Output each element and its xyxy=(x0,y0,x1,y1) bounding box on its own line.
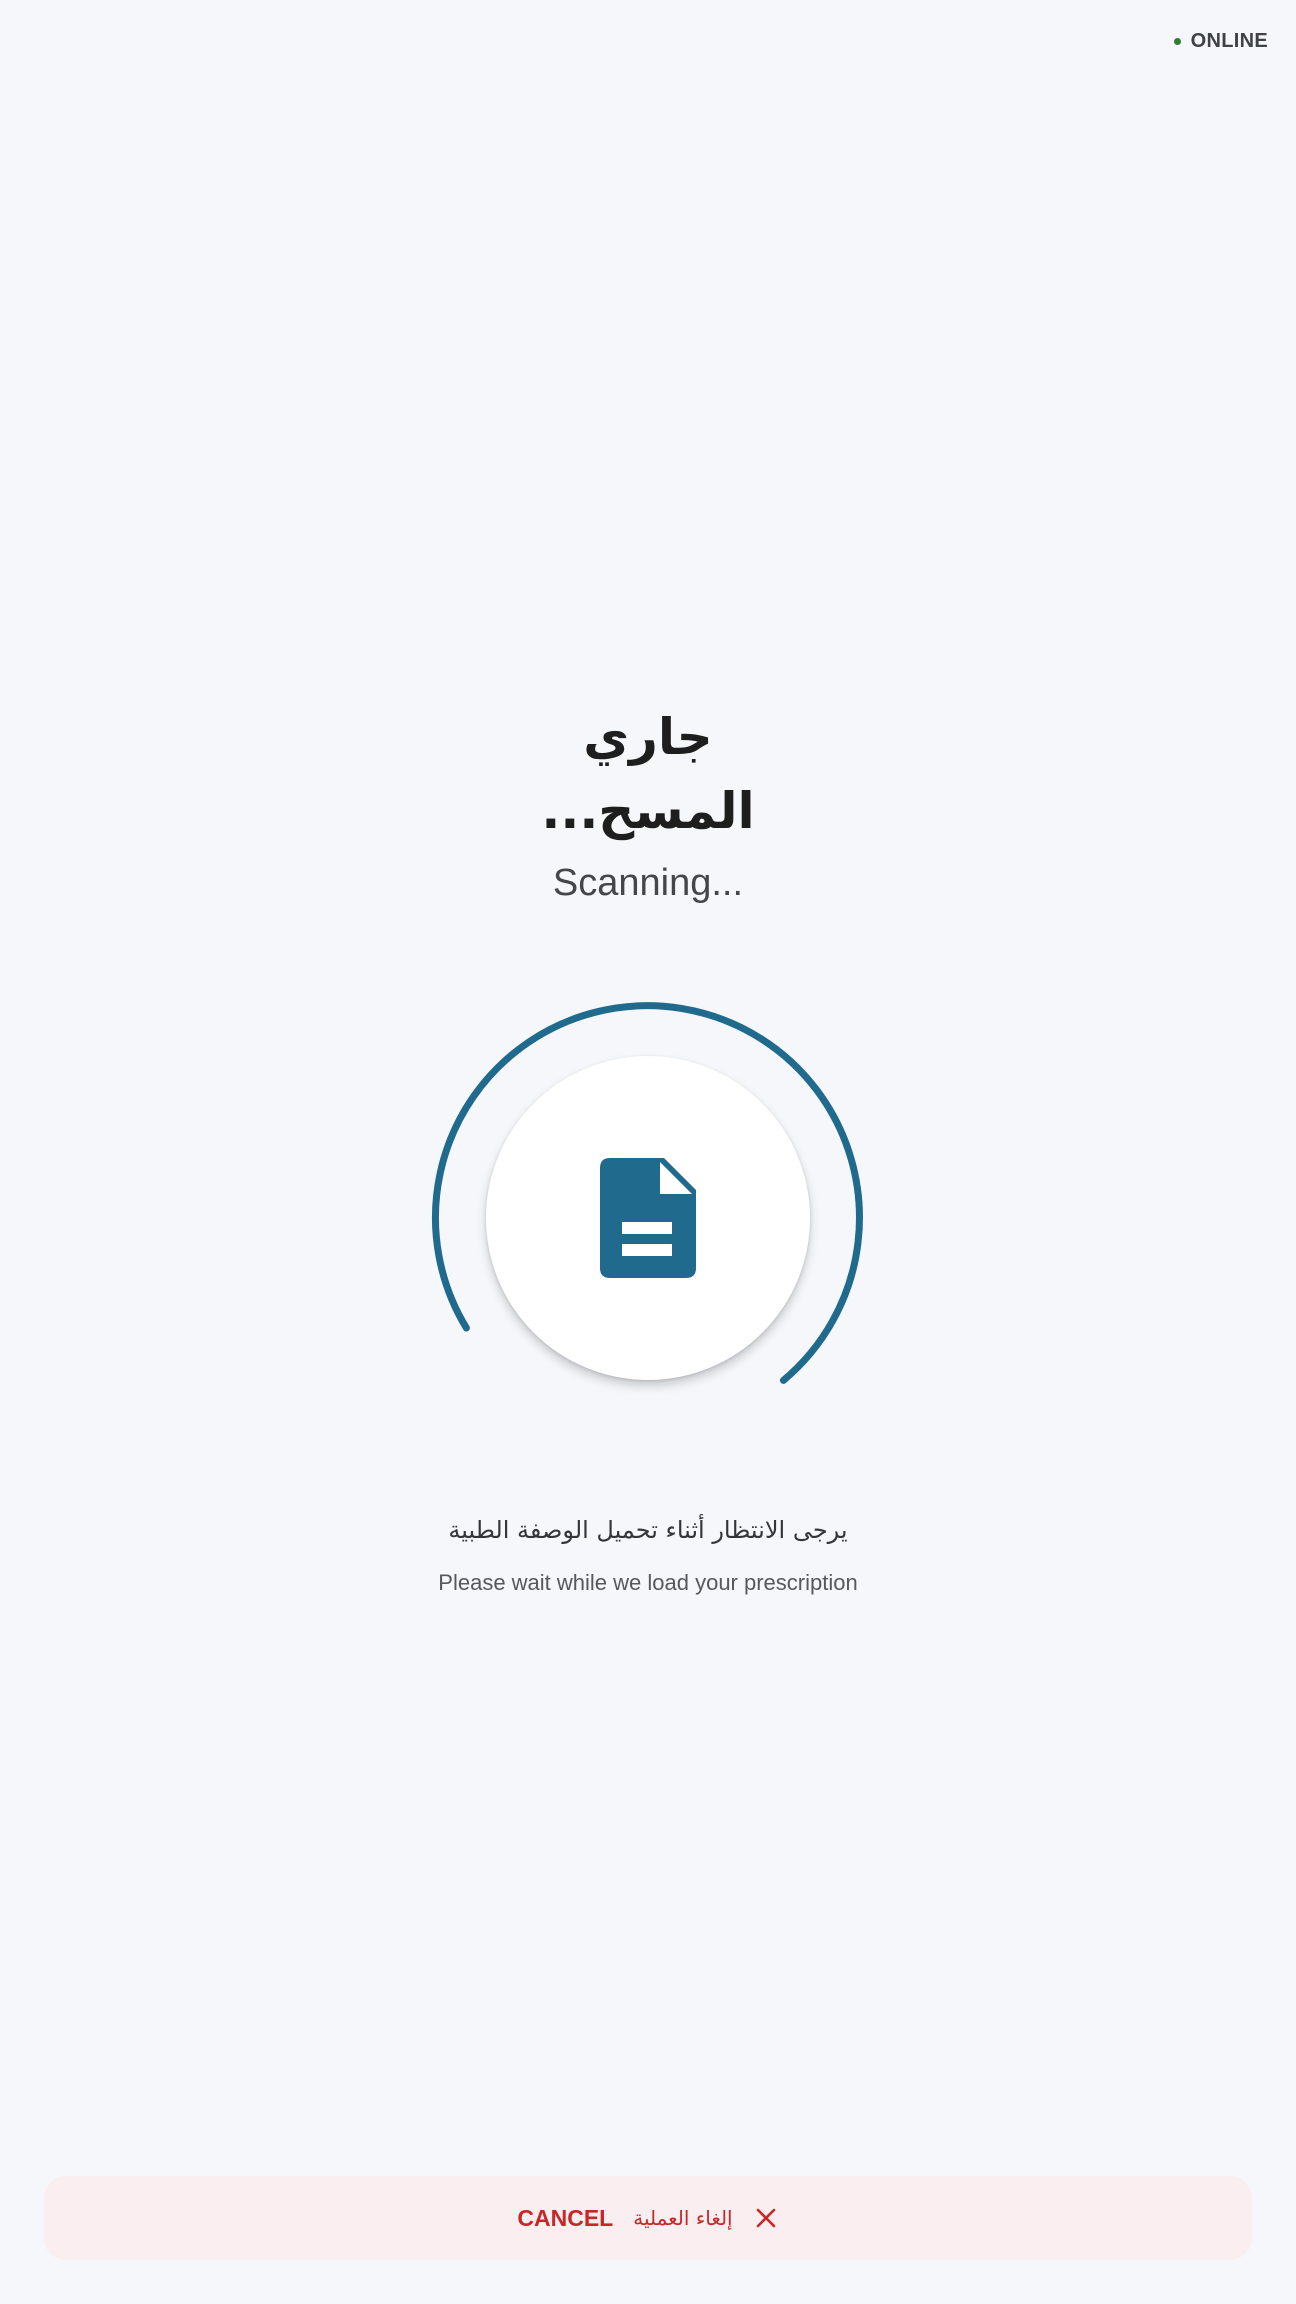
document-circle xyxy=(486,1056,810,1380)
cancel-label-arabic: إلغاء العملية xyxy=(633,2206,733,2230)
title-arabic-line1: جاري xyxy=(583,708,713,766)
loading-spinner xyxy=(430,1000,866,1436)
status-dot-icon xyxy=(1173,38,1181,45)
page-title-arabic: جاري المسح... xyxy=(0,700,1296,848)
loading-message-english: Please wait while we load your prescript… xyxy=(438,1570,858,1595)
title-arabic-line2: المسح... xyxy=(541,782,755,840)
page-title-english: Scanning... xyxy=(552,862,744,904)
cancel-label-english: CANCEL xyxy=(517,2204,614,2231)
cancel-button[interactable]: CANCEL إلغاء العملية xyxy=(44,2176,1252,2260)
connection-status: ONLINE xyxy=(1173,30,1268,53)
loading-message-arabic: يرجى الانتظار أثناء تحميل الوصفة الطبية xyxy=(448,1516,848,1544)
status-label: ONLINE xyxy=(1190,30,1268,52)
document-icon xyxy=(600,1158,696,1278)
close-icon xyxy=(753,2205,779,2231)
